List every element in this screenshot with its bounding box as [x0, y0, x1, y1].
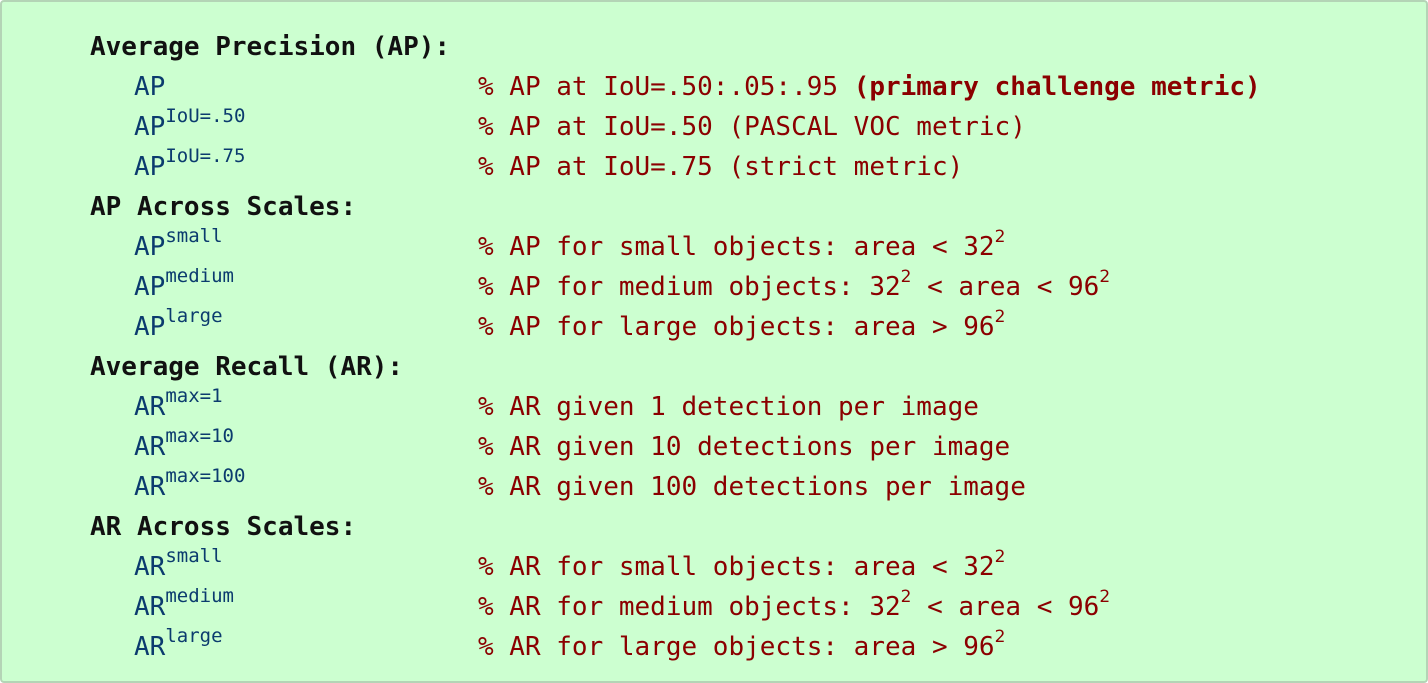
metric-name: ARmax=100: [134, 465, 246, 507]
exponent: 2: [900, 267, 912, 287]
metric-description: % AP for large objects: area > 962: [478, 307, 1005, 347]
section-heading: AP Across Scales:: [90, 192, 357, 222]
metric-superscript: max=10: [165, 425, 234, 447]
description-text: % AR given 1 detection per image: [478, 392, 979, 422]
metric-superscript: max=1: [165, 385, 223, 407]
description-emphasis: (primary challenge metric): [853, 72, 1261, 102]
metric-description: % AR for medium objects: 322 < area < 96…: [478, 587, 1110, 627]
metric-description: % AR for large objects: area > 962: [478, 627, 1005, 667]
section-heading: AR Across Scales:: [90, 512, 357, 542]
exponent: 2: [994, 307, 1006, 327]
metric-name: AP: [134, 67, 165, 107]
metric-name: ARmedium: [134, 585, 234, 627]
description-text: % AP for large objects: area > 96: [478, 312, 995, 342]
description-text: % AP at IoU=.50 (PASCAL VOC metric): [478, 112, 1026, 142]
metric-base: AP: [134, 272, 166, 302]
metric-description: % AP at IoU=.50 (PASCAL VOC metric): [478, 107, 1026, 147]
metric-base: AR: [134, 552, 166, 582]
metric-superscript: large: [165, 305, 223, 327]
description-text: % AR given 100 detections per image: [478, 472, 1026, 502]
metric-superscript: medium: [165, 265, 234, 287]
description-text: % AP for small objects: area < 32: [478, 232, 995, 262]
exponent: 2: [994, 547, 1006, 567]
metric-base: AR: [134, 392, 166, 422]
metric-name: APIoU=.50: [134, 105, 246, 147]
metric-superscript: max=100: [165, 465, 246, 487]
metric-base: AP: [134, 72, 166, 102]
exponent: 2: [900, 587, 912, 607]
metric-description: % AP at IoU=.50:.05:.95 (primary challen…: [478, 67, 1261, 107]
exponent: 2: [994, 227, 1006, 247]
metric-name: APlarge: [134, 305, 223, 347]
metric-description: % AR given 10 detections per image: [478, 427, 1010, 467]
description-text: % AP for medium objects: 32: [478, 272, 901, 302]
metric-name: ARlarge: [134, 625, 223, 667]
metric-description: % AP at IoU=.75 (strict metric): [478, 147, 963, 187]
description-text: % AR given 10 detections per image: [478, 432, 1011, 462]
metrics-panel: Average Precision (AP): AP % AP at IoU=.50…: [0, 0, 1428, 683]
exponent: 2: [994, 627, 1006, 647]
description-text: < area < 96: [911, 592, 1100, 622]
metric-superscript: IoU=.50: [165, 105, 246, 127]
metric-base: AP: [134, 112, 166, 142]
metric-description: % AR given 100 detections per image: [478, 467, 1026, 507]
metric-name: ARmax=1: [134, 385, 223, 427]
description-text: % AP at IoU=.75 (strict metric): [478, 152, 964, 182]
metric-base: AR: [134, 632, 166, 662]
metric-base: AP: [134, 232, 166, 262]
metric-description: % AP for medium objects: 322 < area < 96…: [478, 267, 1110, 307]
metric-description: % AR given 1 detection per image: [478, 387, 979, 427]
section-heading: Average Precision (AP):: [90, 32, 451, 62]
metric-name: APIoU=.75: [134, 145, 246, 187]
metric-base: AP: [134, 152, 166, 182]
description-text: % AR for large objects: area > 96: [478, 632, 995, 662]
metric-superscript: large: [165, 625, 223, 647]
metric-description: % AP for small objects: area < 322: [478, 227, 1005, 267]
metric-base: AP: [134, 312, 166, 342]
metric-base: AR: [134, 472, 166, 502]
metric-superscript: medium: [165, 585, 234, 607]
metric-name: APmedium: [134, 265, 234, 307]
metric-base: AR: [134, 432, 166, 462]
description-text: % AR for medium objects: 32: [478, 592, 901, 622]
metric-name: ARmax=10: [134, 425, 234, 467]
description-text: % AP at IoU=.50:.05:.95: [478, 72, 854, 102]
metric-superscript: small: [165, 225, 223, 247]
exponent: 2: [1099, 587, 1111, 607]
metric-description: % AR for small objects: area < 322: [478, 547, 1005, 587]
metric-base: AR: [134, 592, 166, 622]
metric-superscript: IoU=.75: [165, 145, 246, 167]
metric-name: ARsmall: [134, 545, 223, 587]
description-text: < area < 96: [911, 272, 1100, 302]
metric-name: APsmall: [134, 225, 223, 267]
description-text: % AR for small objects: area < 32: [478, 552, 995, 582]
exponent: 2: [1099, 267, 1111, 287]
section-heading: Average Recall (AR):: [90, 352, 404, 382]
metric-superscript: small: [165, 545, 223, 567]
